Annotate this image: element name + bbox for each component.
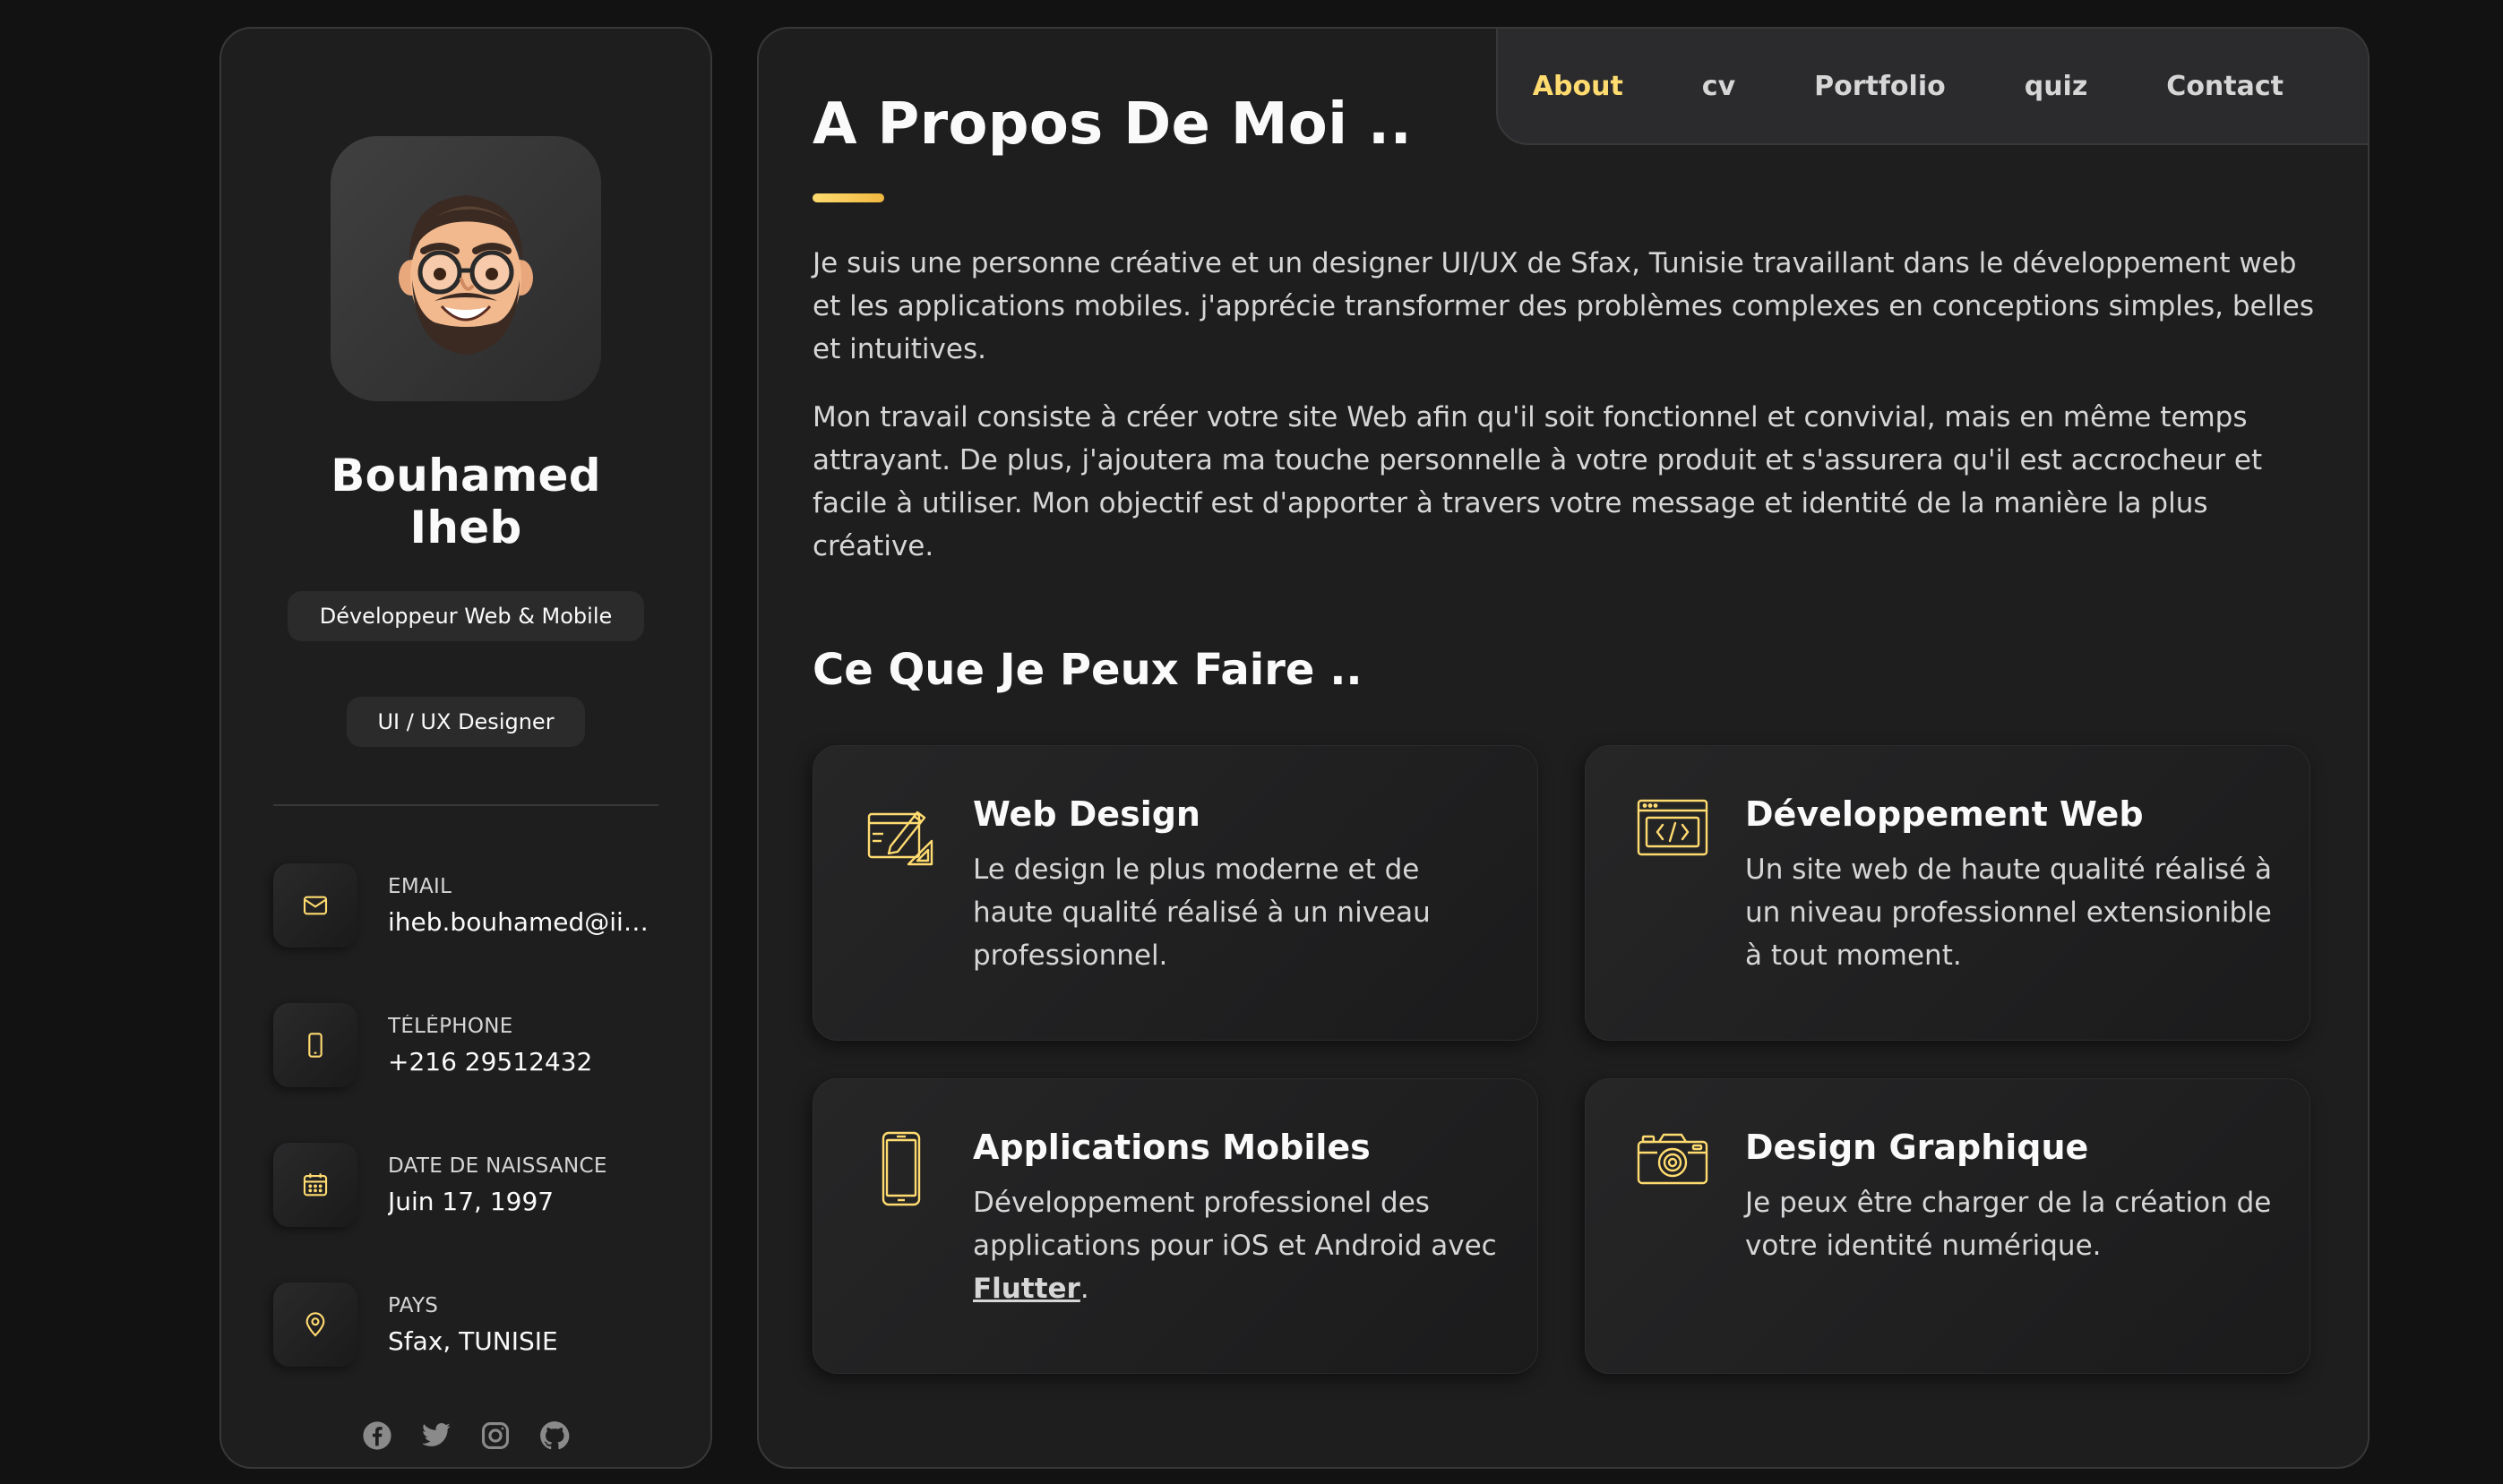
contact-birthday-label: Date de naissance (388, 1154, 607, 1178)
phone-icon (273, 1003, 357, 1087)
contact-phone-value[interactable]: +216 29512432 (388, 1047, 649, 1077)
twitter-icon[interactable] (421, 1420, 452, 1451)
page-title: A Propos De Moi .. (813, 91, 1413, 158)
contact-birthday: Date de naissance Juin 17, 1997 (273, 1143, 658, 1227)
avatar (331, 136, 601, 401)
contact-location-value: Sfax, TUNISIE (388, 1325, 558, 1356)
design-tools-icon (864, 798, 939, 1040)
service-card-web-design: Web Design Le design le plus moderne et … (813, 745, 1538, 1041)
contact-email: Email iheb.bouhamed@iit… (273, 863, 658, 948)
contacts-list: Email iheb.bouhamed@iit… Téléphone +216 … (273, 863, 658, 1367)
contact-phone: Téléphone +216 29512432 (273, 1003, 658, 1087)
smartphone-icon (864, 1131, 939, 1373)
sidebar-separator (273, 804, 658, 806)
service-description: Je peux être charger de la création de v… (1745, 1187, 2272, 1262)
about-paragraph-2: Mon travail consiste à créer votre site … (813, 401, 2263, 562)
about-paragraph-1: Je suis une personne créative et un desi… (813, 247, 2315, 365)
service-card-web-development: Développement Web Un site web de haute q… (1585, 745, 2310, 1041)
location-pin-icon (273, 1282, 357, 1367)
mail-icon (273, 863, 357, 948)
contact-location-label: Pays (388, 1293, 439, 1317)
facebook-icon[interactable] (362, 1420, 392, 1451)
service-description: Un site web de haute qualité réalisé à u… (1745, 854, 2273, 972)
service-description: Le design le plus moderne et de haute qu… (973, 854, 1431, 972)
contact-email-label: Email (388, 874, 452, 898)
camera-icon (1636, 1131, 1711, 1373)
service-title: Applications Mobiles (973, 1128, 1371, 1167)
github-icon[interactable] (539, 1420, 570, 1451)
contact-location: Pays Sfax, TUNISIE (273, 1282, 658, 1367)
service-title: Design Graphique (1745, 1128, 2089, 1167)
services-grid: Web Design Le design le plus moderne et … (813, 745, 2321, 1374)
service-description-end: . (1079, 1273, 1089, 1305)
service-card-mobile-apps: Applications Mobiles Développement profe… (813, 1078, 1538, 1374)
social-links (273, 1420, 658, 1451)
service-description: Développement professionel des applicati… (973, 1181, 1501, 1310)
sidebar: Bouhamed Iheb Développeur Web & Mobile U… (219, 27, 712, 1469)
services-heading: Ce Que Je Peux Faire .. (813, 645, 1363, 695)
about-section: A Propos De Moi .. Je suis une personne … (813, 91, 2321, 1374)
code-window-icon (1636, 798, 1711, 1040)
main-panel: About cv Portfolio quiz Contact A Propos… (757, 27, 2370, 1469)
flutter-link[interactable]: Flutter (973, 1273, 1080, 1305)
calendar-icon (273, 1143, 357, 1227)
contact-phone-label: Téléphone (388, 1014, 513, 1038)
service-description-text: Développement professionel des applicati… (973, 1187, 1497, 1262)
service-card-graphic-design: Design Graphique Je peux être charger de… (1585, 1078, 2310, 1374)
service-title: Web Design (973, 794, 1200, 834)
title-underline (813, 193, 884, 202)
memoji-avatar-icon (399, 195, 533, 355)
profile-title-badge-2: UI / UX Designer (347, 697, 585, 747)
contact-email-value[interactable]: iheb.bouhamed@iit… (388, 907, 649, 937)
contact-birthday-value: Juin 17, 1997 (388, 1186, 555, 1216)
profile-title-badge: Développeur Web & Mobile (287, 591, 645, 641)
instagram-icon[interactable] (480, 1420, 511, 1451)
profile-name: Bouhamed Iheb (331, 450, 601, 553)
service-title: Développement Web (1745, 794, 2144, 834)
